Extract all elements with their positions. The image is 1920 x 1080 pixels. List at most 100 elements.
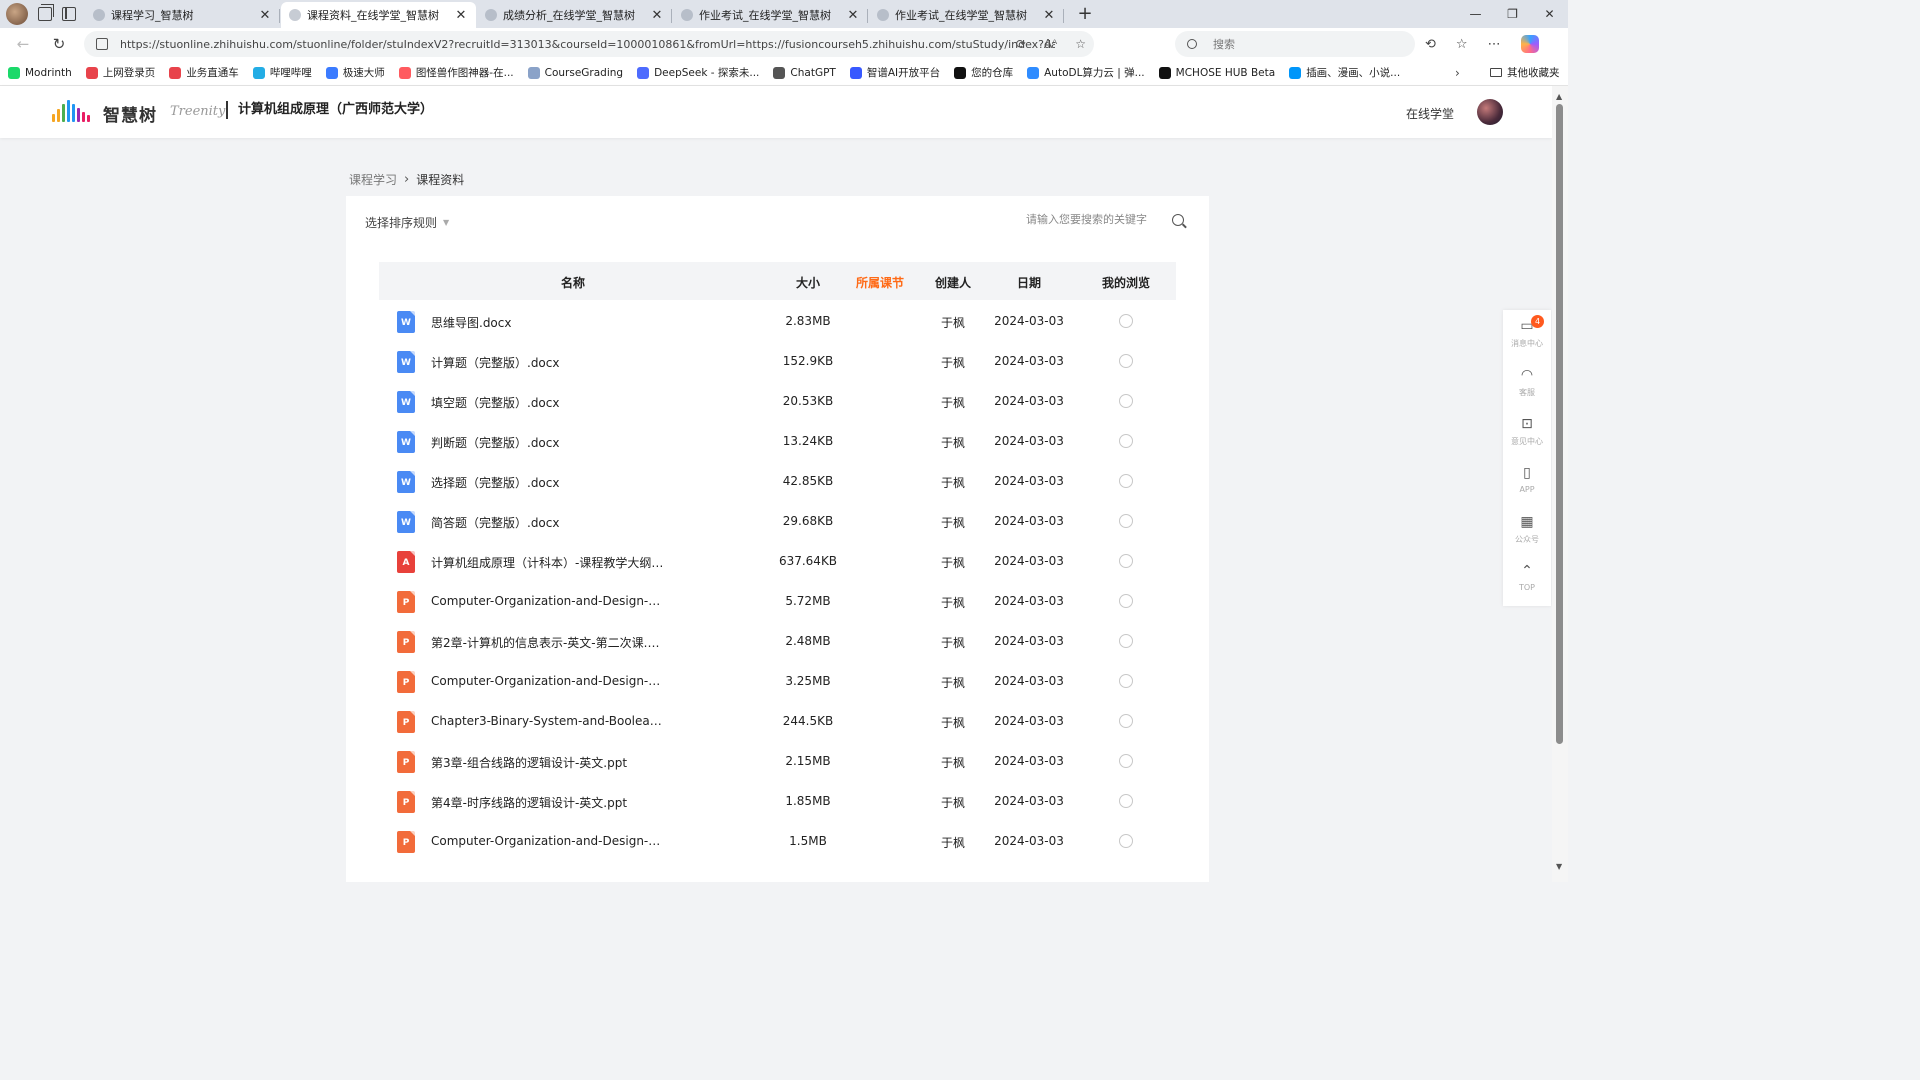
table-row[interactable]: W 计算题（完整版）.docx 152.9KB 于枫 2024-03-03 (379, 341, 1176, 381)
side-tool-top[interactable]: ⌃ TOP (1503, 555, 1551, 604)
zhihuishu-logo-icon[interactable] (52, 100, 90, 122)
table-row[interactable]: W 判断题（完整版）.docx 13.24KB 于枫 2024-03-03 (379, 421, 1176, 461)
new-tab-button[interactable]: + (1072, 2, 1098, 28)
search-icon[interactable] (1172, 214, 1184, 226)
file-name[interactable]: Chapter3-Binary-System-and-Boolean-Alge.… (431, 714, 667, 728)
side-tool-message[interactable]: ▭ 消息中心 4 (1503, 310, 1551, 359)
side-tool-qrcode[interactable]: ▦ 公众号 (1503, 506, 1551, 555)
header-size[interactable]: 大小 (796, 274, 820, 291)
site-info-icon[interactable] (96, 38, 108, 50)
file-name[interactable]: 填空题（完整版）.docx (431, 394, 667, 411)
back-button[interactable]: ← (8, 35, 38, 53)
header-date[interactable]: 日期 (1017, 274, 1041, 291)
refresh-button[interactable]: ↻ (44, 35, 74, 53)
browser-tab[interactable]: 成绩分析_在线学堂_智慧树 ✕ (477, 2, 672, 28)
table-row[interactable]: P 第2章-计算机的信息表示-英文-第二次课.ppt 2.48MB 于枫 2024-03… (379, 621, 1176, 661)
translate-icon[interactable]: ⟳ (1016, 37, 1026, 51)
bookmark-item[interactable]: 您的仓库 (954, 65, 1013, 80)
browser-tab[interactable]: 作业考试_在线学堂_智慧树 ✕ (673, 2, 868, 28)
file-name[interactable]: 计算题（完整版）.docx (431, 354, 667, 371)
user-avatar[interactable] (1477, 99, 1503, 125)
header-name[interactable]: 名称 (561, 274, 585, 291)
file-size: 20.53KB (782, 394, 834, 408)
bookmark-item[interactable]: 极速大师 (325, 65, 385, 80)
other-favorites-folder[interactable]: 其他收藏夹 (1490, 65, 1560, 80)
close-tab-icon[interactable]: ✕ (454, 8, 468, 23)
bookmark-item[interactable]: 哔哩哔哩 (252, 65, 312, 80)
url-text[interactable]: https://stuonline.zhihuishu.com/stuonlin… (120, 38, 1055, 51)
bookmark-item[interactable]: Modrinth (8, 66, 72, 79)
bookmark-item[interactable]: AutoDL算力云 | 弹... (1027, 65, 1145, 80)
table-row[interactable]: W 简答题（完整版）.docx 29.68KB 于枫 2024-03-03 (379, 501, 1176, 541)
workspaces-icon[interactable] (38, 4, 54, 21)
browser-tab[interactable]: 作业考试_在线学堂_智慧树 ✕ (869, 2, 1064, 28)
bookmark-item[interactable]: ChatGPT (773, 66, 836, 79)
bookmark-item[interactable]: 上网登录页 (85, 65, 155, 80)
more-menu-icon[interactable]: ⋯ (1488, 37, 1501, 52)
side-tool-headset[interactable]: ◠ 客服 (1503, 359, 1551, 408)
file-name[interactable]: 计算机组成原理（计科本）-课程教学大纲(2... (431, 554, 667, 571)
file-name[interactable]: Computer-Organization-and-Design-PPT2... (431, 834, 667, 848)
bookmark-item[interactable]: CourseGrading (527, 66, 623, 79)
scroll-up-arrow-icon[interactable]: ▲ (1556, 92, 1562, 101)
scrollbar-thumb[interactable] (1556, 104, 1563, 744)
close-tab-icon[interactable]: ✕ (258, 8, 272, 23)
copilot-icon[interactable] (1520, 35, 1539, 53)
browser-tab[interactable]: 课程学习_智慧树 ✕ (85, 2, 280, 28)
close-tab-icon[interactable]: ✕ (650, 8, 664, 23)
file-name[interactable]: 判断题（完整版）.docx (431, 434, 667, 451)
read-aloud-icon[interactable]: Aᴬ (1044, 37, 1057, 51)
table-row[interactable]: W 选择题（完整版）.docx 42.85KB 于枫 2024-03-03 (379, 461, 1176, 501)
browser-search-box[interactable]: 搜索 (1175, 31, 1415, 57)
file-date: 2024-03-03 (994, 354, 1064, 368)
close-tab-icon[interactable]: ✕ (1042, 8, 1056, 23)
table-row[interactable]: A 计算机组成原理（计科本）-课程教学大纲(2... 637.64KB 于枫 2024-… (379, 541, 1176, 581)
breadcrumb-course-study[interactable]: 课程学习 (349, 171, 397, 188)
favorites-icon[interactable]: ☆ (1456, 37, 1468, 52)
bookmark-item[interactable]: DeepSeek - 探索未... (637, 65, 759, 80)
scroll-down-arrow-icon[interactable]: ▼ (1556, 862, 1562, 871)
side-tool-feedback[interactable]: ⊡ 意见中心 (1503, 408, 1551, 457)
side-tool-phone[interactable]: ▯ APP (1503, 457, 1551, 506)
table-row[interactable]: P Computer-Organization-and-Design-PPT2..… (379, 821, 1176, 861)
minimize-button[interactable]: — (1457, 0, 1494, 28)
close-tab-icon[interactable]: ✕ (846, 8, 860, 23)
close-window-button[interactable]: ✕ (1531, 0, 1568, 28)
file-name[interactable]: Computer-Organization-and-Design-memor..… (431, 674, 667, 688)
bookmarks-overflow-icon[interactable]: › (1455, 66, 1460, 80)
extensions-icon[interactable]: ⟲ (1425, 37, 1436, 52)
favorite-star-icon[interactable]: ☆ (1075, 37, 1086, 51)
table-row[interactable]: P Computer-Organization-and-Design-proces… (379, 581, 1176, 621)
header-chapter[interactable]: 所属课节 (856, 274, 904, 291)
file-name[interactable]: 第3章-组合线路的逻辑设计-英文.ppt (431, 754, 667, 771)
header-viewed[interactable]: 我的浏览 (1102, 274, 1150, 291)
table-row[interactable]: P Chapter3-Binary-System-and-Boolean-Alge… (379, 701, 1176, 741)
bookmark-item[interactable]: 图怪兽作图神器-在... (398, 65, 514, 80)
sort-dropdown[interactable]: 选择排序规则 ▼ (365, 214, 449, 231)
bookmark-item[interactable]: MCHOSE HUB Beta (1158, 66, 1275, 79)
file-list: W 思维导图.docx 2.83MB 于枫 2024-03-03 W 计算题（完整版）.do… (379, 301, 1176, 861)
online-classroom-link[interactable]: 在线学堂 (1406, 105, 1454, 122)
file-name[interactable]: 第2章-计算机的信息表示-英文-第二次课.ppt (431, 634, 667, 651)
table-row[interactable]: W 思维导图.docx 2.83MB 于枫 2024-03-03 (379, 301, 1176, 341)
bookmark-item[interactable]: 智谱AI开放平台 (849, 65, 940, 80)
file-name[interactable]: Computer-Organization-and-Design-proces.… (431, 594, 667, 608)
header-creator[interactable]: 创建人 (935, 274, 971, 291)
page-scrollbar[interactable]: ▲ ▼ (1552, 86, 1568, 882)
address-bar[interactable]: https://stuonline.zhihuishu.com/stuonlin… (84, 31, 1094, 57)
table-row[interactable]: P 第3章-组合线路的逻辑设计-英文.ppt 2.15MB 于枫 2024-03-03 (379, 741, 1176, 781)
table-row[interactable]: P 第4章-时序线路的逻辑设计-英文.ppt 1.85MB 于枫 2024-03-03 (379, 781, 1176, 821)
restore-button[interactable]: ❐ (1494, 0, 1531, 28)
table-row[interactable]: W 填空题（完整版）.docx 20.53KB 于枫 2024-03-03 (379, 381, 1176, 421)
file-name[interactable]: 思维导图.docx (431, 314, 667, 331)
file-name[interactable]: 选择题（完整版）.docx (431, 474, 667, 491)
browser-profile-icon[interactable] (6, 3, 28, 25)
vertical-tabs-icon[interactable] (62, 7, 76, 21)
file-name[interactable]: 第4章-时序线路的逻辑设计-英文.ppt (431, 794, 667, 811)
bookmark-item[interactable]: 插画、漫画、小说... (1289, 65, 1400, 80)
bookmark-item[interactable]: 业务直通车 (169, 65, 239, 80)
browser-tab[interactable]: 课程资料_在线学堂_智慧树 ✕ (281, 2, 476, 28)
file-name[interactable]: 简答题（完整版）.docx (431, 514, 667, 531)
table-row[interactable]: P Computer-Organization-and-Design-memor.… (379, 661, 1176, 701)
keyword-search-input[interactable] (1026, 213, 1176, 226)
